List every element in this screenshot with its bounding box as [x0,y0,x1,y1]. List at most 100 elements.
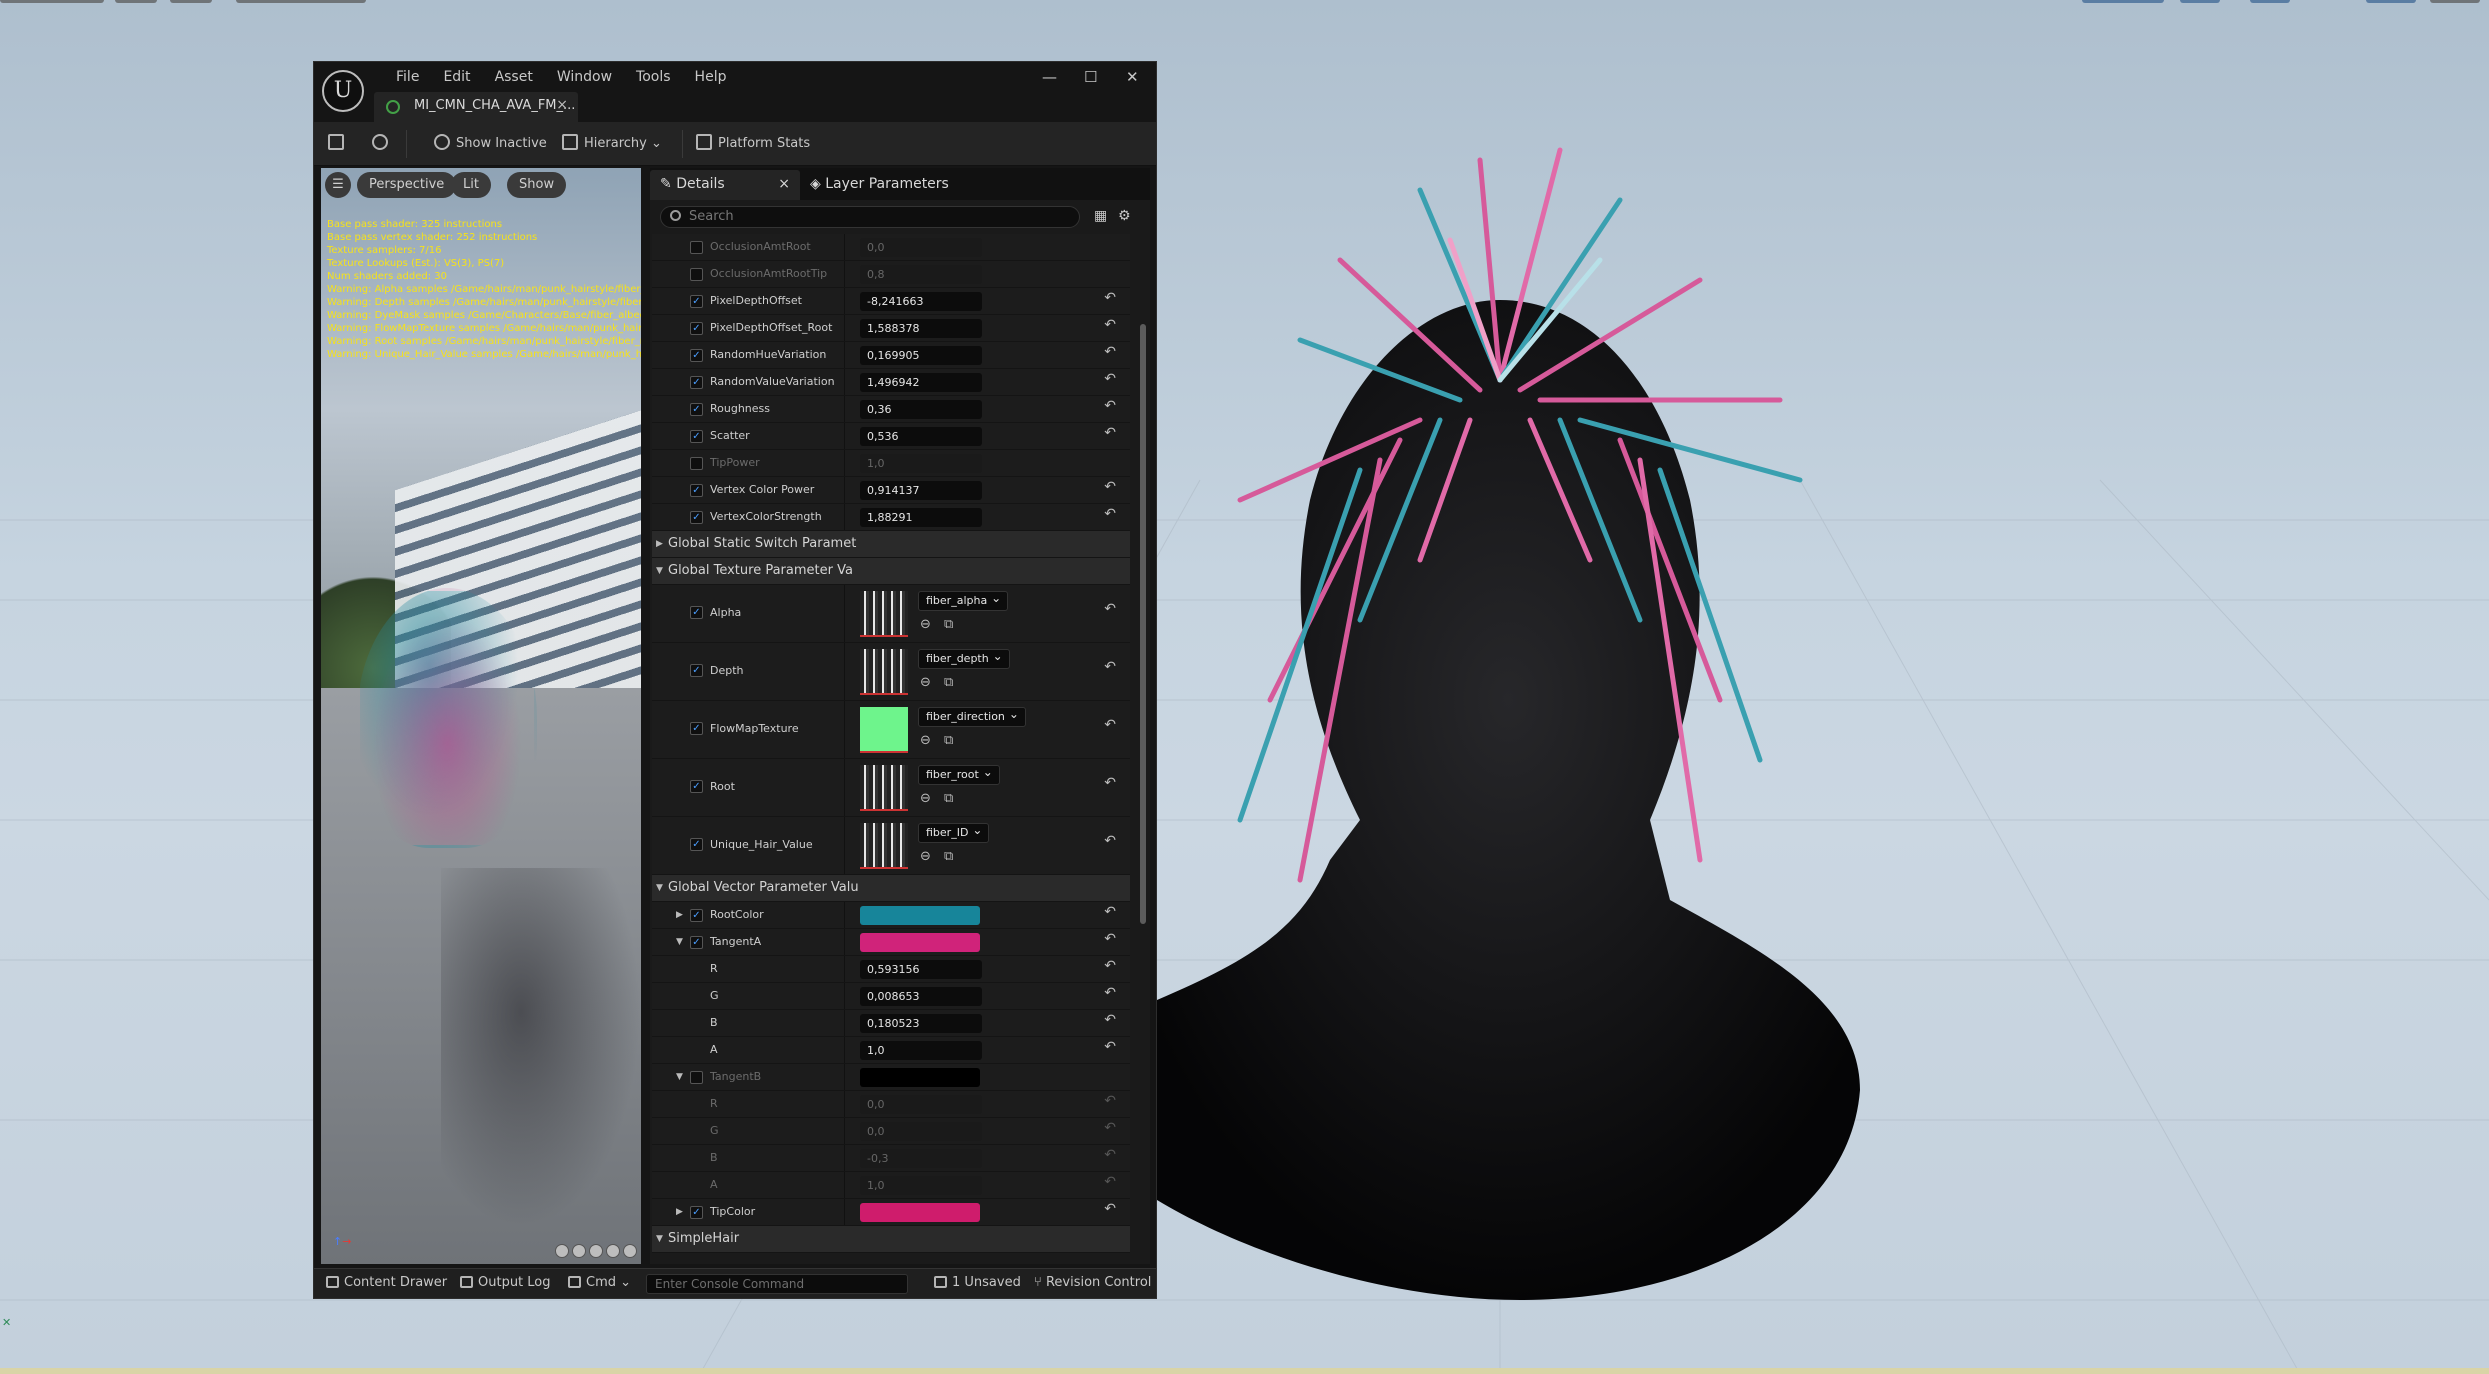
expand-arrow-icon[interactable]: ▶ [656,531,663,557]
reset-arrow-icon[interactable]: ↶ [1104,344,1116,360]
override-checkbox[interactable]: ✓ [690,936,703,949]
tab-details[interactable]: ✎ Details × [650,170,800,200]
reset-arrow-icon[interactable]: ↶ [1104,290,1116,306]
override-checkbox[interactable]: ✓ [690,909,703,922]
content-drawer-button[interactable]: Content Drawer [326,1275,447,1290]
cube-icon[interactable] [606,1244,620,1258]
menu-edit[interactable]: Edit [431,66,482,88]
texture-thumbnail[interactable] [860,649,908,695]
override-checkbox[interactable]: ✓ [690,664,703,677]
browse-asset-icon[interactable]: ⧉ [944,791,953,806]
viewport-menu-button[interactable]: ☰ [325,172,351,198]
override-checkbox[interactable]: ✓ [690,511,703,524]
override-checkbox[interactable]: ✓ [690,606,703,619]
reset-arrow-icon[interactable]: ↶ [1104,775,1116,791]
parameter-value-field[interactable]: 0,8 [860,265,982,284]
reset-arrow-icon[interactable]: ↶ [1104,1147,1116,1163]
parameter-value-field[interactable]: 1,0 [860,454,982,473]
search-input[interactable]: Search [660,206,1080,228]
texture-asset-dropdown[interactable]: fiber_depth [918,647,1010,669]
console-input[interactable]: Enter Console Command [646,1274,908,1294]
hierarchy-button[interactable]: Hierarchy ⌄ [562,132,662,156]
override-checkbox[interactable]: ✓ [690,780,703,793]
browse-button[interactable] [372,132,394,156]
use-selected-icon[interactable]: ⊖ [920,617,931,632]
parameter-value-field[interactable]: 0,169905 [860,346,982,365]
reset-arrow-icon[interactable]: ↶ [1104,1012,1116,1028]
texture-asset-dropdown[interactable]: fiber_root [918,763,1000,785]
use-selected-icon[interactable]: ⊖ [920,733,931,748]
reset-arrow-icon[interactable]: ↶ [1104,601,1116,617]
reset-arrow-icon[interactable]: ↶ [1104,1174,1116,1190]
channel-value-field[interactable]: -0,3 [860,1149,982,1168]
override-checkbox[interactable] [690,457,703,470]
use-selected-icon[interactable]: ⊖ [920,675,931,690]
override-checkbox[interactable] [690,241,703,254]
parameter-value-field[interactable]: -8,241663 [860,292,982,311]
expand-arrow-icon[interactable]: ▼ [656,875,663,901]
color-swatch[interactable] [860,1203,980,1222]
reset-arrow-icon[interactable]: ↶ [1104,985,1116,1001]
reset-arrow-icon[interactable]: ↶ [1104,833,1116,849]
texture-thumbnail[interactable] [860,823,908,869]
reset-arrow-icon[interactable]: ↶ [1104,506,1116,522]
parameter-value-field[interactable]: 1,588378 [860,319,982,338]
override-checkbox[interactable]: ✓ [690,722,703,735]
reset-arrow-icon[interactable]: ↶ [1104,479,1116,495]
override-checkbox[interactable]: ✓ [690,430,703,443]
menu-asset[interactable]: Asset [483,66,545,88]
reset-arrow-icon[interactable]: ↶ [1104,904,1116,920]
override-checkbox[interactable]: ✓ [690,1206,703,1219]
category-header[interactable]: ▼ SimpleHair [652,1226,1130,1253]
parameter-value-field[interactable]: 0,0 [860,238,982,257]
channel-value-field[interactable]: 0,0 [860,1095,982,1114]
expand-arrow-icon[interactable]: ▼ [676,929,683,955]
perspective-button[interactable]: Perspective [357,172,457,198]
reset-arrow-icon[interactable]: ↶ [1104,931,1116,947]
texture-thumbnail[interactable] [860,765,908,811]
gear-icon[interactable]: ⚙ [1118,208,1131,224]
browse-asset-icon[interactable]: ⧉ [944,675,953,690]
override-checkbox[interactable]: ✓ [690,376,703,389]
tab-layer-parameters[interactable]: ◈ Layer Parameters [810,170,960,200]
category-header[interactable]: ▶ Global Static Switch Paramet [652,531,1130,558]
channel-value-field[interactable]: 0,180523 [860,1014,982,1033]
override-checkbox[interactable]: ✓ [690,349,703,362]
use-selected-icon[interactable]: ⊖ [920,849,931,864]
reset-arrow-icon[interactable]: ↶ [1104,1120,1116,1136]
texture-thumbnail[interactable] [860,591,908,637]
reset-arrow-icon[interactable]: ↶ [1104,1201,1116,1217]
maximize-button[interactable]: ☐ [1084,68,1097,86]
expand-arrow-icon[interactable]: ▼ [676,1064,683,1090]
reset-arrow-icon[interactable]: ↶ [1104,717,1116,733]
reset-arrow-icon[interactable]: ↶ [1104,425,1116,441]
menu-tools[interactable]: Tools [624,66,683,88]
parameter-value-field[interactable]: 1,496942 [860,373,982,392]
lit-button[interactable]: Lit [451,172,491,198]
close-window-button[interactable]: ✕ [1126,68,1139,86]
preview-viewport[interactable]: ☰ Perspective Lit Show Base pass shader:… [321,168,641,1264]
parameter-value-field[interactable]: 1,88291 [860,508,982,527]
teapot-icon[interactable] [623,1244,637,1258]
reset-arrow-icon[interactable]: ↶ [1104,317,1116,333]
override-checkbox[interactable] [690,1071,703,1084]
details-scrollbar[interactable] [1140,324,1146,924]
override-checkbox[interactable]: ✓ [690,295,703,308]
grid-view-icon[interactable]: ▦ [1094,208,1107,224]
channel-value-field[interactable]: 0,593156 [860,960,982,979]
reset-arrow-icon[interactable]: ↶ [1104,398,1116,414]
override-checkbox[interactable]: ✓ [690,484,703,497]
save-button[interactable] [328,132,350,156]
reset-arrow-icon[interactable]: ↶ [1104,958,1116,974]
use-selected-icon[interactable]: ⊖ [920,791,931,806]
override-checkbox[interactable]: ✓ [690,838,703,851]
channel-value-field[interactable]: 1,0 [860,1041,982,1060]
close-tab-icon[interactable]: × [556,97,568,113]
show-button[interactable]: Show [507,172,567,198]
parameter-value-field[interactable]: 0,36 [860,400,982,419]
output-log-button[interactable]: Output Log [460,1275,551,1290]
menu-help[interactable]: Help [683,66,739,88]
expand-arrow-icon[interactable]: ▶ [676,1199,683,1225]
color-swatch[interactable] [860,933,980,952]
platform-stats-button[interactable]: Platform Stats [696,132,810,156]
